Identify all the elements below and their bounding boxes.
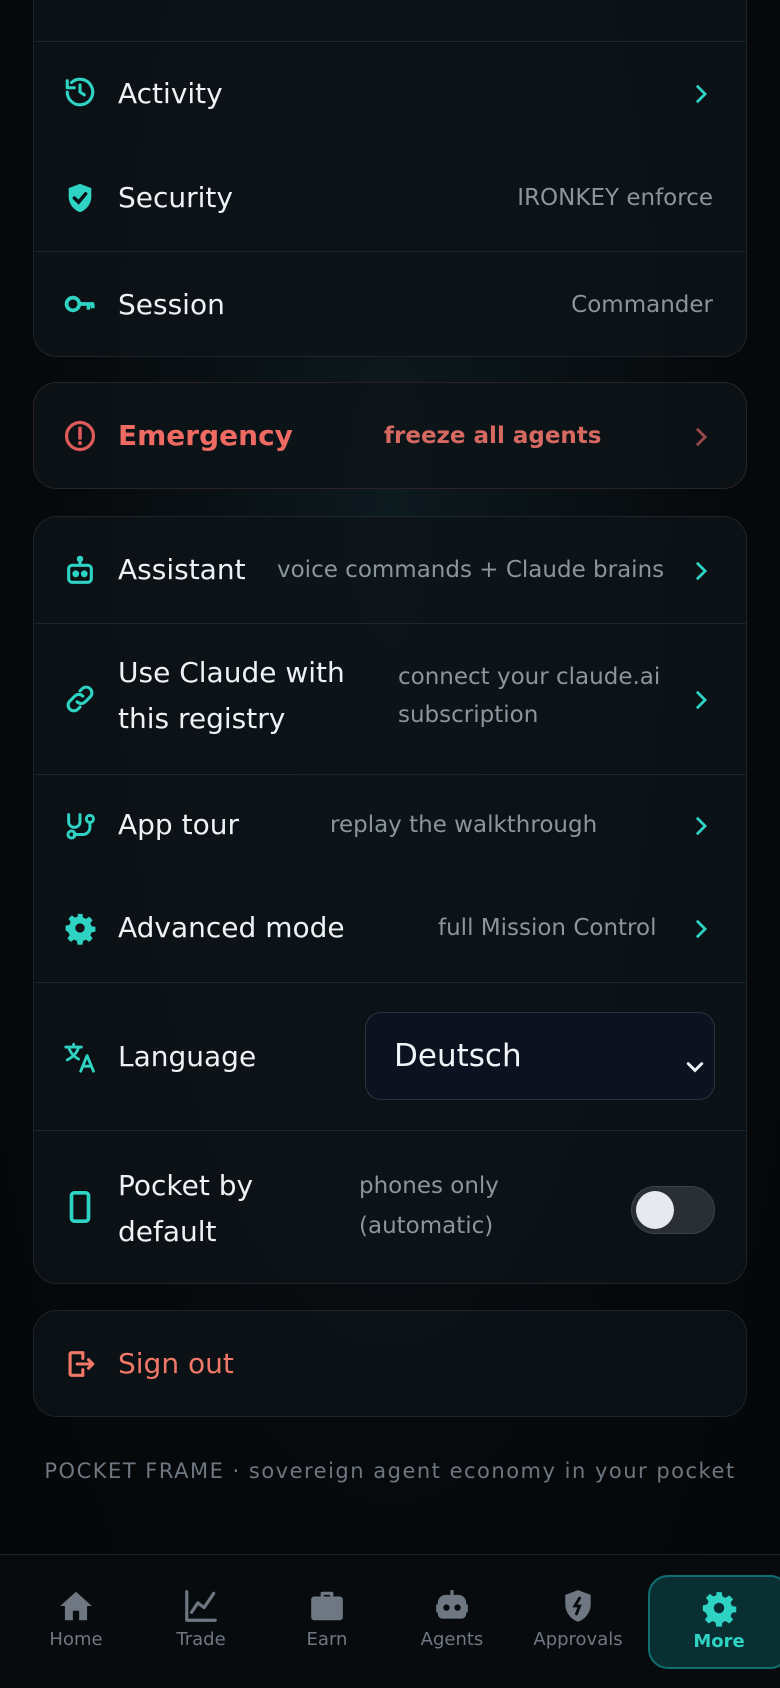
- tab-bar: Home Trade Earn Agents Approvals More: [0, 1554, 780, 1688]
- language-selected: Deutsch: [394, 1038, 522, 1074]
- language-label: Language: [118, 1040, 257, 1073]
- pocket-value-line1: phones only: [359, 1173, 499, 1199]
- chevron-down-icon: [686, 1045, 704, 1081]
- emergency-value: freeze all agents: [384, 423, 602, 449]
- assistant-label: Assistant: [118, 553, 246, 586]
- language-row: Language Deutsch: [34, 982, 746, 1130]
- security-value: IRONKEY enforce: [517, 185, 713, 211]
- chart-line-icon: [185, 1590, 217, 1622]
- alert-circle-icon: [62, 418, 98, 454]
- advanced-value: full Mission Control: [438, 915, 657, 941]
- session-value: Commander: [571, 292, 713, 318]
- claude-row[interactable]: Use Claude with this registry connect yo…: [34, 623, 746, 774]
- chevron-right-icon: [692, 812, 710, 840]
- gear-icon: [62, 910, 98, 946]
- pocket-label-line1: Pocket by: [118, 1169, 254, 1202]
- account-card: Activity Security IRONKEY enforce Sessio…: [33, 0, 747, 357]
- chevron-right-icon: [692, 557, 710, 585]
- session-row[interactable]: Session Commander: [34, 251, 746, 356]
- advanced-row[interactable]: Advanced mode full Mission Control: [34, 878, 746, 982]
- tab-more-label: More: [693, 1631, 745, 1652]
- tour-row[interactable]: App tour replay the walkthrough: [34, 774, 746, 878]
- tab-more[interactable]: More: [648, 1575, 780, 1669]
- activity-label: Activity: [118, 77, 223, 110]
- tab-approvals[interactable]: Approvals: [522, 1575, 634, 1671]
- pocket-row: Pocket by default phones only (automatic…: [34, 1130, 746, 1283]
- row-partial-top: [34, 0, 746, 41]
- claude-label-line1: Use Claude with: [118, 656, 345, 689]
- language-select[interactable]: Deutsch: [365, 1012, 715, 1100]
- claude-label-line2: this registry: [118, 702, 286, 735]
- assistant-row[interactable]: Assistant voice commands + Claude brains: [34, 517, 746, 623]
- tab-approvals-label: Approvals: [533, 1629, 623, 1650]
- tab-trade[interactable]: Trade: [145, 1575, 257, 1671]
- chevron-right-icon: [692, 423, 710, 451]
- briefcase-icon: [311, 1591, 343, 1621]
- advanced-label: Advanced mode: [118, 911, 345, 944]
- emergency-card[interactable]: Emergency freeze all agents: [33, 382, 747, 489]
- chevron-right-icon: [692, 915, 710, 943]
- tab-agents-label: Agents: [420, 1629, 484, 1650]
- chevron-right-icon: [692, 80, 710, 108]
- claude-value-line1: connect your claude.ai: [398, 664, 661, 690]
- claude-value-line2: subscription: [398, 702, 539, 728]
- signout-label: Sign out: [118, 1347, 234, 1380]
- route-icon: [62, 808, 98, 844]
- tab-earn[interactable]: Earn: [271, 1575, 383, 1671]
- more-screen: Activity Security IRONKEY enforce Sessio…: [0, 0, 780, 1688]
- security-label: Security: [118, 181, 233, 214]
- activity-row[interactable]: Activity: [34, 41, 746, 145]
- tour-label: App tour: [118, 808, 239, 841]
- security-row[interactable]: Security IRONKEY enforce: [34, 145, 746, 251]
- shield-check-icon: [62, 180, 98, 216]
- tools-card: Assistant voice commands + Claude brains…: [33, 516, 747, 1284]
- tab-home[interactable]: Home: [20, 1575, 132, 1671]
- pocket-toggle[interactable]: [631, 1186, 715, 1234]
- link-icon: [62, 681, 98, 717]
- signout-card[interactable]: Sign out: [33, 1310, 747, 1417]
- robot-icon: [62, 553, 98, 589]
- pocket-label-line2: default: [118, 1215, 217, 1248]
- shield-icon: [565, 1590, 591, 1622]
- session-label: Session: [118, 288, 225, 321]
- tab-trade-label: Trade: [176, 1629, 226, 1650]
- gear-icon: [702, 1592, 737, 1627]
- translate-icon: [62, 1039, 98, 1075]
- phone-icon: [62, 1189, 98, 1225]
- footer-tagline: POCKET FRAME · sovereign agent economy i…: [44, 1459, 736, 1483]
- tab-home-label: Home: [49, 1629, 103, 1650]
- key-icon: [62, 286, 98, 322]
- tab-earn-label: Earn: [306, 1629, 348, 1650]
- robot-icon: [436, 1590, 468, 1619]
- emergency-label: Emergency: [118, 419, 293, 452]
- toggle-knob: [636, 1191, 674, 1229]
- tour-value: replay the walkthrough: [330, 812, 598, 838]
- chevron-right-icon: [692, 686, 710, 714]
- assistant-value: voice commands + Claude brains: [277, 557, 665, 583]
- home-icon: [60, 1591, 92, 1621]
- logout-icon: [62, 1346, 98, 1382]
- tab-agents[interactable]: Agents: [396, 1575, 508, 1671]
- history-icon: [62, 74, 98, 110]
- pocket-value-line2: (automatic): [359, 1213, 494, 1239]
